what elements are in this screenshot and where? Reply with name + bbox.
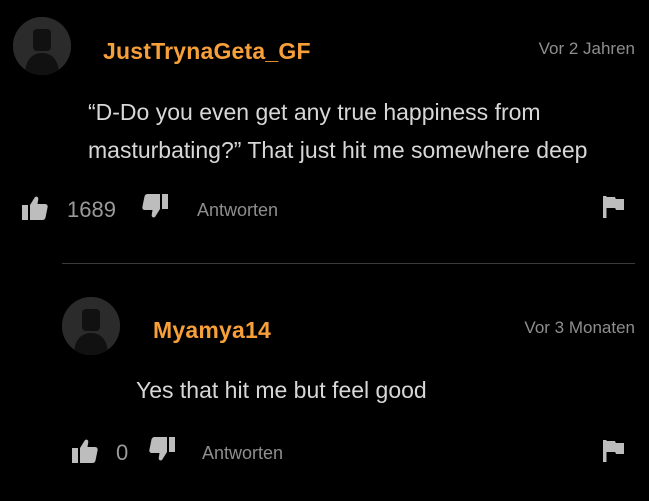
like-count: 1689 bbox=[67, 197, 116, 222]
thumbs-up-icon[interactable] bbox=[22, 196, 48, 220]
username[interactable]: Myamya14 bbox=[153, 317, 271, 344]
avatar[interactable] bbox=[13, 17, 71, 75]
like-count: 0 bbox=[116, 440, 129, 465]
comment-text: Yes that hit me but feel good bbox=[136, 371, 427, 409]
flag-icon[interactable] bbox=[603, 196, 625, 218]
timestamp: Vor 3 Monaten bbox=[524, 318, 635, 337]
comment-text-line: masturbating?” That just hit me somewher… bbox=[88, 137, 588, 163]
comment-text-line: Yes that hit me but feel good bbox=[136, 377, 427, 403]
thumbs-down-icon[interactable] bbox=[142, 194, 168, 218]
thumbs-down-icon[interactable] bbox=[149, 437, 175, 461]
comments-screen: { "comments": [ { "username": "JustTryna… bbox=[0, 0, 649, 501]
flag-icon[interactable] bbox=[603, 440, 625, 462]
comment-text: “D-Do you even get any true happiness fr… bbox=[88, 93, 587, 169]
username[interactable]: JustTrynaGeta_GF bbox=[103, 38, 311, 65]
comment-actions: 1689 Antworten bbox=[0, 193, 649, 227]
timestamp: Vor 2 Jahren bbox=[538, 39, 635, 58]
comment-text-line: “D-Do you even get any true happiness fr… bbox=[88, 99, 541, 125]
comment-actions: 0 Antworten bbox=[0, 435, 649, 469]
avatar[interactable] bbox=[62, 297, 120, 355]
reply-button[interactable]: Antworten bbox=[197, 200, 278, 221]
divider bbox=[62, 263, 635, 264]
avatar-placeholder-icon bbox=[62, 297, 120, 355]
reply-button[interactable]: Antworten bbox=[202, 443, 283, 464]
avatar-placeholder-icon bbox=[13, 17, 71, 75]
thumbs-up-icon[interactable] bbox=[72, 439, 98, 463]
